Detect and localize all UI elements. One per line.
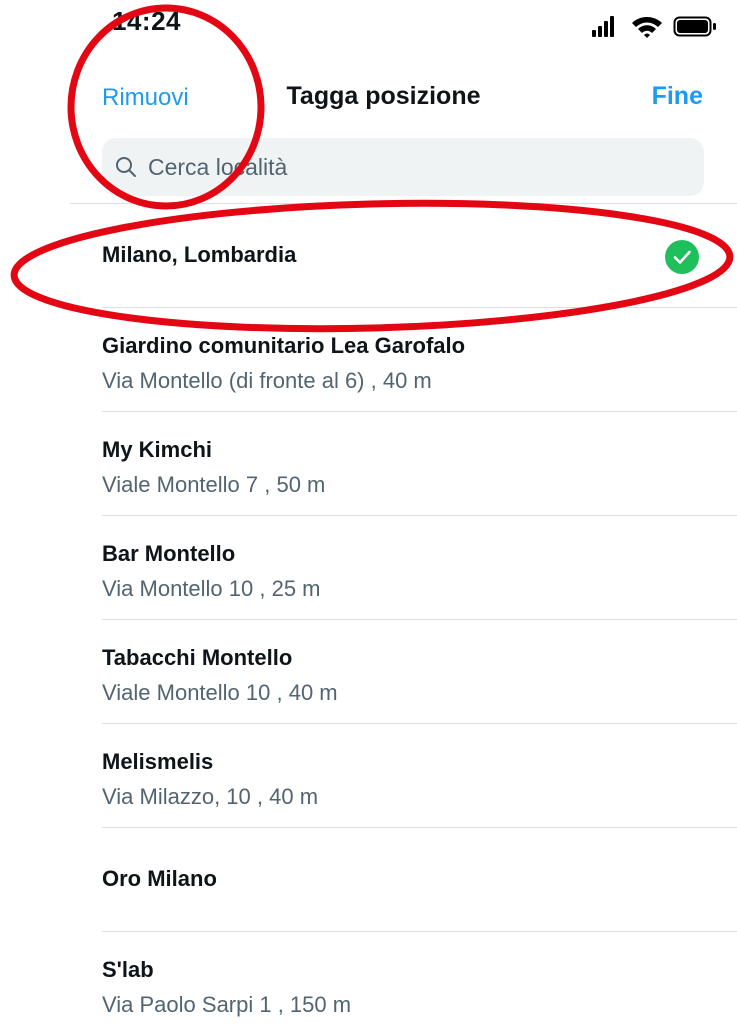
navigation-bar: Tagga posizione Rimuovi Fine <box>0 60 737 130</box>
location-row-milano[interactable]: Milano, Lombardia <box>102 204 737 308</box>
search-bar[interactable] <box>102 138 704 196</box>
location-name: Bar Montello <box>102 541 236 566</box>
location-row[interactable]: Melismelis Via Milazzo, 10 , 40 m <box>102 724 737 828</box>
location-row[interactable]: Tabacchi Montello Viale Montello 10 , 40… <box>102 620 737 724</box>
location-list: Milano, Lombardia Giardino comunitario L… <box>0 204 737 1035</box>
signal-icon <box>592 16 614 37</box>
location-row[interactable]: My Kimchi Viale Montello 7 , 50 m <box>102 412 737 516</box>
location-row[interactable]: S'lab Via Paolo Sarpi 1 , 150 m <box>102 932 737 1035</box>
wifi-icon <box>632 17 662 38</box>
location-detail: Viale Montello 7 , 50 m <box>102 472 326 497</box>
location-detail: Viale Montello 10 , 40 m <box>102 680 338 705</box>
search-icon <box>116 157 136 177</box>
location-name: S'lab <box>102 957 154 982</box>
location-name: Tabacchi Montello <box>102 645 293 670</box>
location-detail: Via Paolo Sarpi 1 , 150 m <box>102 992 352 1017</box>
status-bar: 14:24 <box>0 0 737 52</box>
status-icons <box>592 16 716 38</box>
done-button[interactable]: Fine <box>652 82 703 111</box>
battery-icon <box>673 16 716 37</box>
location-detail: Via Montello 10 , 25 m <box>102 576 321 601</box>
search-input[interactable] <box>148 138 688 196</box>
remove-button[interactable]: Rimuovi <box>102 84 189 112</box>
location-name: Milano, Lombardia <box>102 242 297 267</box>
location-row[interactable]: Giardino comunitario Lea Garofalo Via Mo… <box>102 308 737 412</box>
location-name: Melismelis <box>102 749 214 774</box>
location-name: Oro Milano <box>102 866 217 891</box>
status-time: 14:24 <box>112 6 181 36</box>
location-detail: Via Montello (di fronte al 6) , 40 m <box>102 368 432 393</box>
location-name: My Kimchi <box>102 437 213 462</box>
checkmark-icon <box>665 240 699 274</box>
location-row[interactable]: Bar Montello Via Montello 10 , 25 m <box>102 516 737 620</box>
location-name: Giardino comunitario Lea Garofalo <box>102 333 466 358</box>
location-row[interactable]: Oro Milano <box>102 828 737 932</box>
location-detail: Via Milazzo, 10 , 40 m <box>102 784 319 809</box>
